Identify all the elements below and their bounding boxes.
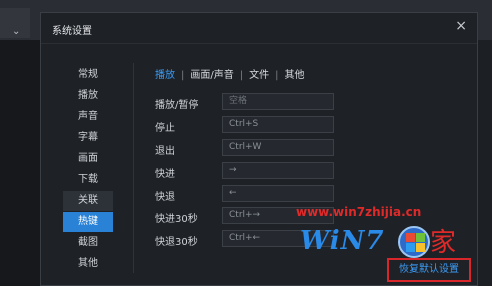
hotkey-label: 快退30秒	[155, 237, 198, 249]
nav-item-general[interactable]: 常规	[63, 65, 113, 85]
app-tab[interactable]: ⌄	[0, 8, 30, 38]
nav-item-download[interactable]: 下载	[63, 170, 113, 190]
tab-file[interactable]: 文件	[249, 70, 269, 81]
nav-item-other[interactable]: 其他	[63, 254, 113, 274]
app-sidebar	[0, 40, 40, 286]
hotkey-label: 快进30秒	[155, 214, 198, 226]
hotkey-field-rewind[interactable]: ←	[222, 184, 334, 202]
settings-nav: 常规 播放 声音 字幕 画面 下载 关联 热键 截图 其他	[63, 65, 113, 275]
restore-defaults-button[interactable]: 恢复默认设置	[387, 258, 471, 282]
watermark-logo: WiN7	[300, 226, 385, 256]
hotkey-label: 退出	[155, 145, 175, 157]
tab-picture-sound[interactable]: 画面/声音	[190, 70, 233, 81]
hotkey-label: 播放/暂停	[155, 100, 199, 111]
nav-item-hotkeys[interactable]: 热键	[63, 212, 113, 232]
tab-playback[interactable]: 播放	[155, 70, 175, 81]
hotkey-label: 快进	[155, 168, 175, 180]
hotkey-label: 快退	[155, 191, 175, 203]
hotkey-field-play-pause[interactable]: 空格	[222, 93, 334, 110]
nav-item-screenshot[interactable]: 截图	[63, 233, 113, 253]
nav-item-association[interactable]: 关联	[63, 191, 113, 211]
close-icon[interactable]: ×	[455, 18, 467, 34]
dialog-title: 系统设置	[52, 26, 92, 37]
tab-separator: |	[239, 70, 244, 81]
chevron-down-icon: ⌄	[12, 26, 21, 37]
hotkey-label: 停止	[155, 122, 175, 134]
windows-logo-icon	[398, 226, 430, 258]
watermark-url: www.win7zhijia.cn	[296, 205, 422, 219]
hotkey-tabs: 播放 | 画面/声音 | 文件 | 其他	[155, 66, 305, 81]
hotkey-field-exit[interactable]: Ctrl+W	[222, 138, 334, 156]
nav-divider	[133, 63, 134, 273]
nav-item-subtitles[interactable]: 字幕	[63, 128, 113, 148]
tab-separator: |	[275, 70, 279, 81]
hotkey-field-stop[interactable]: Ctrl+S	[222, 115, 334, 133]
hotkey-field-forward[interactable]: →	[222, 161, 334, 179]
nav-item-playback[interactable]: 播放	[63, 86, 113, 106]
title-divider	[41, 43, 477, 44]
tab-separator: |	[181, 70, 185, 81]
nav-item-sound[interactable]: 声音	[63, 107, 113, 127]
watermark-char: 家	[430, 228, 457, 258]
nav-item-picture[interactable]: 画面	[63, 149, 113, 169]
tab-other[interactable]: 其他	[285, 70, 305, 81]
